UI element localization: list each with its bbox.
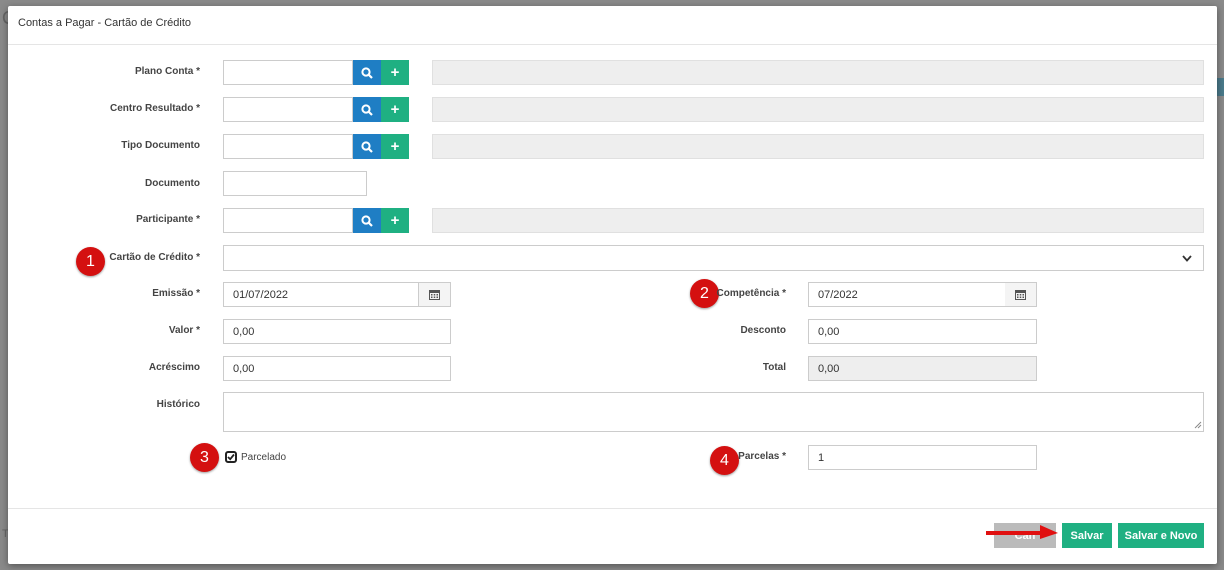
modal-title: Contas a Pagar - Cartão de Crédito: [18, 17, 192, 29]
plus-icon: +: [390, 101, 400, 118]
plano-conta-search-button[interactable]: [353, 60, 381, 85]
centro-resultado-input[interactable]: [223, 97, 353, 122]
tipo-documento-search-button[interactable]: [353, 134, 381, 159]
total-input: [808, 356, 1037, 381]
search-icon: [361, 66, 373, 79]
tipo-documento-add-button[interactable]: +: [381, 134, 409, 159]
plus-icon: +: [390, 212, 400, 229]
search-icon: [361, 214, 373, 227]
desconto-input[interactable]: [808, 319, 1037, 344]
save-button[interactable]: Salvar: [1062, 523, 1112, 548]
modal-header: Contas a Pagar - Cartão de Crédito: [8, 6, 1217, 45]
plus-icon: +: [390, 64, 400, 81]
search-icon: [361, 103, 373, 116]
centro-resultado-add-button[interactable]: +: [381, 97, 409, 122]
annotation-arrow-icon: [986, 525, 1058, 539]
competencia-input[interactable]: [808, 282, 1006, 307]
plus-icon: +: [390, 138, 400, 155]
participante-add-button[interactable]: +: [381, 208, 409, 233]
competencia-calendar-button[interactable]: [1005, 282, 1037, 307]
cartao-credito-label: Cartão de Crédito *: [109, 252, 200, 263]
tipo-documento-description: [432, 134, 1204, 159]
plano-conta-label: Plano Conta *: [134, 66, 200, 77]
participante-label: Participante *: [136, 214, 200, 225]
parcelas-input[interactable]: [808, 445, 1037, 470]
plano-conta-description: [432, 60, 1204, 85]
participante-description: [432, 208, 1204, 233]
tipo-documento-label: Tipo Documento: [121, 140, 200, 151]
centro-resultado-description: [432, 97, 1204, 122]
historico-label: Histórico: [156, 399, 200, 410]
chevron-down-icon: [1182, 255, 1192, 262]
plano-conta-add-button[interactable]: +: [381, 60, 409, 85]
background-strip: [1217, 78, 1224, 96]
centro-resultado-search-button[interactable]: [353, 97, 381, 122]
save-and-new-button[interactable]: Salvar e Novo: [1118, 523, 1204, 548]
resize-grip-icon[interactable]: [1194, 421, 1202, 429]
documento-input[interactable]: [223, 171, 367, 196]
parcelas-label: Parcelas *: [738, 451, 786, 462]
historico-textarea[interactable]: [223, 392, 1204, 432]
participante-input[interactable]: [223, 208, 353, 233]
calendar-icon: [1015, 290, 1026, 300]
modal-dialog: Contas a Pagar - Cartão de Crédito Plano…: [8, 6, 1217, 564]
total-label: Total: [762, 362, 786, 373]
documento-label: Documento: [145, 178, 200, 189]
tipo-documento-input[interactable]: [223, 134, 353, 159]
plano-conta-input[interactable]: [223, 60, 353, 85]
participante-search-button[interactable]: [353, 208, 381, 233]
search-icon: [361, 140, 373, 153]
competencia-label: Competência *: [716, 288, 786, 299]
desconto-label: Desconto: [740, 325, 786, 336]
cartao-credito-select[interactable]: [223, 245, 1204, 271]
centro-resultado-label: Centro Resultado *: [109, 103, 200, 114]
